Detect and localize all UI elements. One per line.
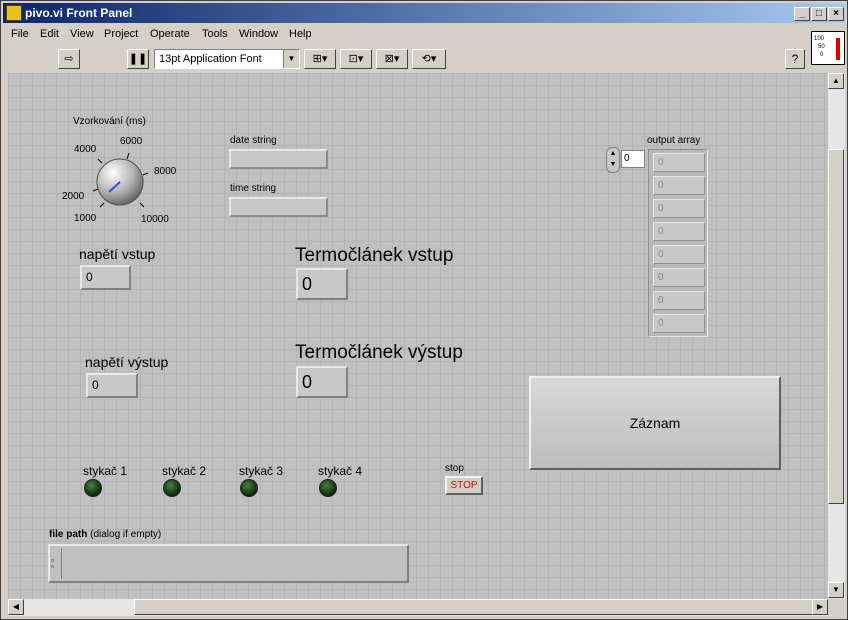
array-element: 0	[653, 291, 705, 310]
knob-label: Vzorkování (ms)	[73, 116, 146, 127]
browse-folder-icon[interactable]: ▫ ▫	[51, 557, 59, 571]
distribute-objects-icon[interactable]: ⊡▾	[340, 49, 372, 69]
napeti-vstup-indicator: 0	[80, 265, 131, 290]
scroll-left-icon[interactable]: ◀	[8, 599, 24, 615]
align-objects-icon[interactable]: ⊞▾	[304, 49, 336, 69]
file-path-label-rest: (dialog if empty)	[87, 529, 162, 540]
scroll-up-icon[interactable]: ▲	[828, 73, 844, 89]
font-selector-value: 13pt Application Font	[159, 53, 262, 65]
front-panel: Vzorkování (ms) 6000 4000 8000 2000 1000…	[8, 73, 828, 599]
vi-icon-label-100: 100	[814, 36, 825, 42]
pause-icon[interactable]: ❚❚	[127, 49, 149, 69]
array-element: 0	[653, 314, 705, 333]
reorder-icon[interactable]: ⟲▾	[412, 49, 446, 69]
stop-label: stop	[445, 463, 464, 474]
menu-project[interactable]: Project	[104, 28, 138, 40]
toolbar: ⇨ ❚❚ 13pt Application Font ▼ ⊞▾ ⊡▾ ⊠▾ ⟲▾	[3, 47, 809, 71]
array-element: 0	[653, 176, 705, 195]
led-label-2: stykač 2	[162, 464, 207, 478]
napeti-vstup-label: napětí vstup	[79, 246, 156, 262]
labview-window: pivo.vi Front Panel _ □ × File Edit View…	[0, 0, 848, 620]
vi-icon-label-50: 50	[818, 44, 825, 50]
menu-file[interactable]: File	[11, 28, 29, 40]
horizontal-scroll-thumb[interactable]	[134, 599, 824, 615]
napeti-vystup-indicator: 0	[86, 373, 138, 398]
menu-view[interactable]: View	[70, 28, 94, 40]
sampling-knob[interactable]	[88, 153, 152, 213]
output-array-frame: 0 0 0 0 0 0 0 0	[648, 149, 708, 337]
context-help-icon[interactable]: ?	[785, 49, 805, 69]
knob-tick-6000: 6000	[120, 136, 143, 147]
zaznam-button-label: Záznam	[629, 415, 681, 431]
vertical-scrollbar[interactable]: ▲ ▼	[828, 73, 845, 599]
resize-objects-icon[interactable]: ⊠▾	[376, 49, 408, 69]
file-path-input[interactable]	[61, 548, 405, 579]
date-string-indicator	[229, 149, 328, 169]
array-element: 0	[653, 268, 705, 287]
led-label-3: stykač 3	[239, 464, 284, 478]
zaznam-button[interactable]: Záznam	[529, 376, 781, 470]
title-bar: pivo.vi Front Panel _ □ ×	[3, 3, 845, 23]
close-button[interactable]: ×	[828, 7, 844, 21]
array-index-stepper[interactable]: ▲ ▼	[606, 147, 620, 173]
termoclanek-vystup-indicator: 0	[296, 366, 348, 398]
stop-button[interactable]: STOP	[445, 476, 483, 495]
napeti-vystup-label: napětí výstup	[85, 354, 169, 370]
menu-help[interactable]: Help	[289, 28, 312, 40]
stop-button-text: STOP	[450, 480, 478, 491]
vertical-scroll-thumb[interactable]	[828, 149, 844, 504]
stykac-1-led[interactable]	[84, 479, 102, 497]
array-element: 0	[653, 245, 705, 264]
file-path-label-bold: file path	[49, 529, 88, 540]
thermometer-icon	[836, 38, 840, 60]
knob-tick-8000: 8000	[154, 166, 177, 177]
stykac-2-led[interactable]	[163, 479, 181, 497]
menu-window[interactable]: Window	[239, 28, 278, 40]
termoclanek-vstup-indicator: 0	[296, 268, 348, 300]
stykac-3-led[interactable]	[240, 479, 258, 497]
knob-tick-1000: 1000	[74, 213, 97, 224]
vi-icon-label-0: 0	[820, 52, 824, 58]
knob-tick-2000: 2000	[62, 191, 85, 202]
led-label-4: stykač 4	[318, 464, 363, 478]
file-path-label: file path (dialog if empty)	[49, 529, 161, 540]
vi-connector-icon: 100 50 0	[811, 31, 845, 65]
file-path-control[interactable]: ▫ ▫	[48, 544, 409, 583]
menu-tools[interactable]: Tools	[202, 28, 228, 40]
maximize-button[interactable]: □	[811, 7, 827, 21]
array-element: 0	[653, 153, 705, 172]
labview-app-icon	[6, 5, 22, 21]
font-selector[interactable]: 13pt Application Font ▼	[154, 49, 300, 69]
chevron-down-icon: ▼	[283, 50, 299, 68]
time-string-indicator	[229, 197, 328, 217]
array-element: 0	[653, 199, 705, 218]
window-title: pivo.vi Front Panel	[25, 6, 133, 20]
time-string-label: time string	[230, 183, 277, 194]
menu-bar: File Edit View Project Operate Tools Win…	[3, 25, 809, 45]
output-array-label: output array	[647, 135, 701, 146]
termoclanek-vstup-label: Termočlánek vstup	[295, 245, 454, 266]
stykac-4-led[interactable]	[319, 479, 337, 497]
scroll-down-icon[interactable]: ▼	[828, 582, 844, 598]
array-index-input[interactable]: 0	[621, 150, 645, 168]
knob-tick-10000: 10000	[141, 214, 169, 225]
run-arrow-icon[interactable]: ⇨	[58, 49, 80, 69]
minimize-button[interactable]: _	[794, 7, 810, 21]
termoclanek-vystup-label: Termočlánek výstup	[295, 342, 463, 363]
date-string-label: date string	[230, 135, 277, 146]
led-label-1: stykač 1	[83, 464, 128, 478]
scroll-right-icon[interactable]: ▶	[812, 599, 828, 615]
array-element: 0	[653, 222, 705, 241]
size-grip[interactable]	[828, 599, 845, 616]
horizontal-scrollbar[interactable]: ◀ ▶	[8, 599, 828, 616]
menu-edit[interactable]: Edit	[40, 28, 59, 40]
menu-operate[interactable]: Operate	[150, 28, 190, 40]
